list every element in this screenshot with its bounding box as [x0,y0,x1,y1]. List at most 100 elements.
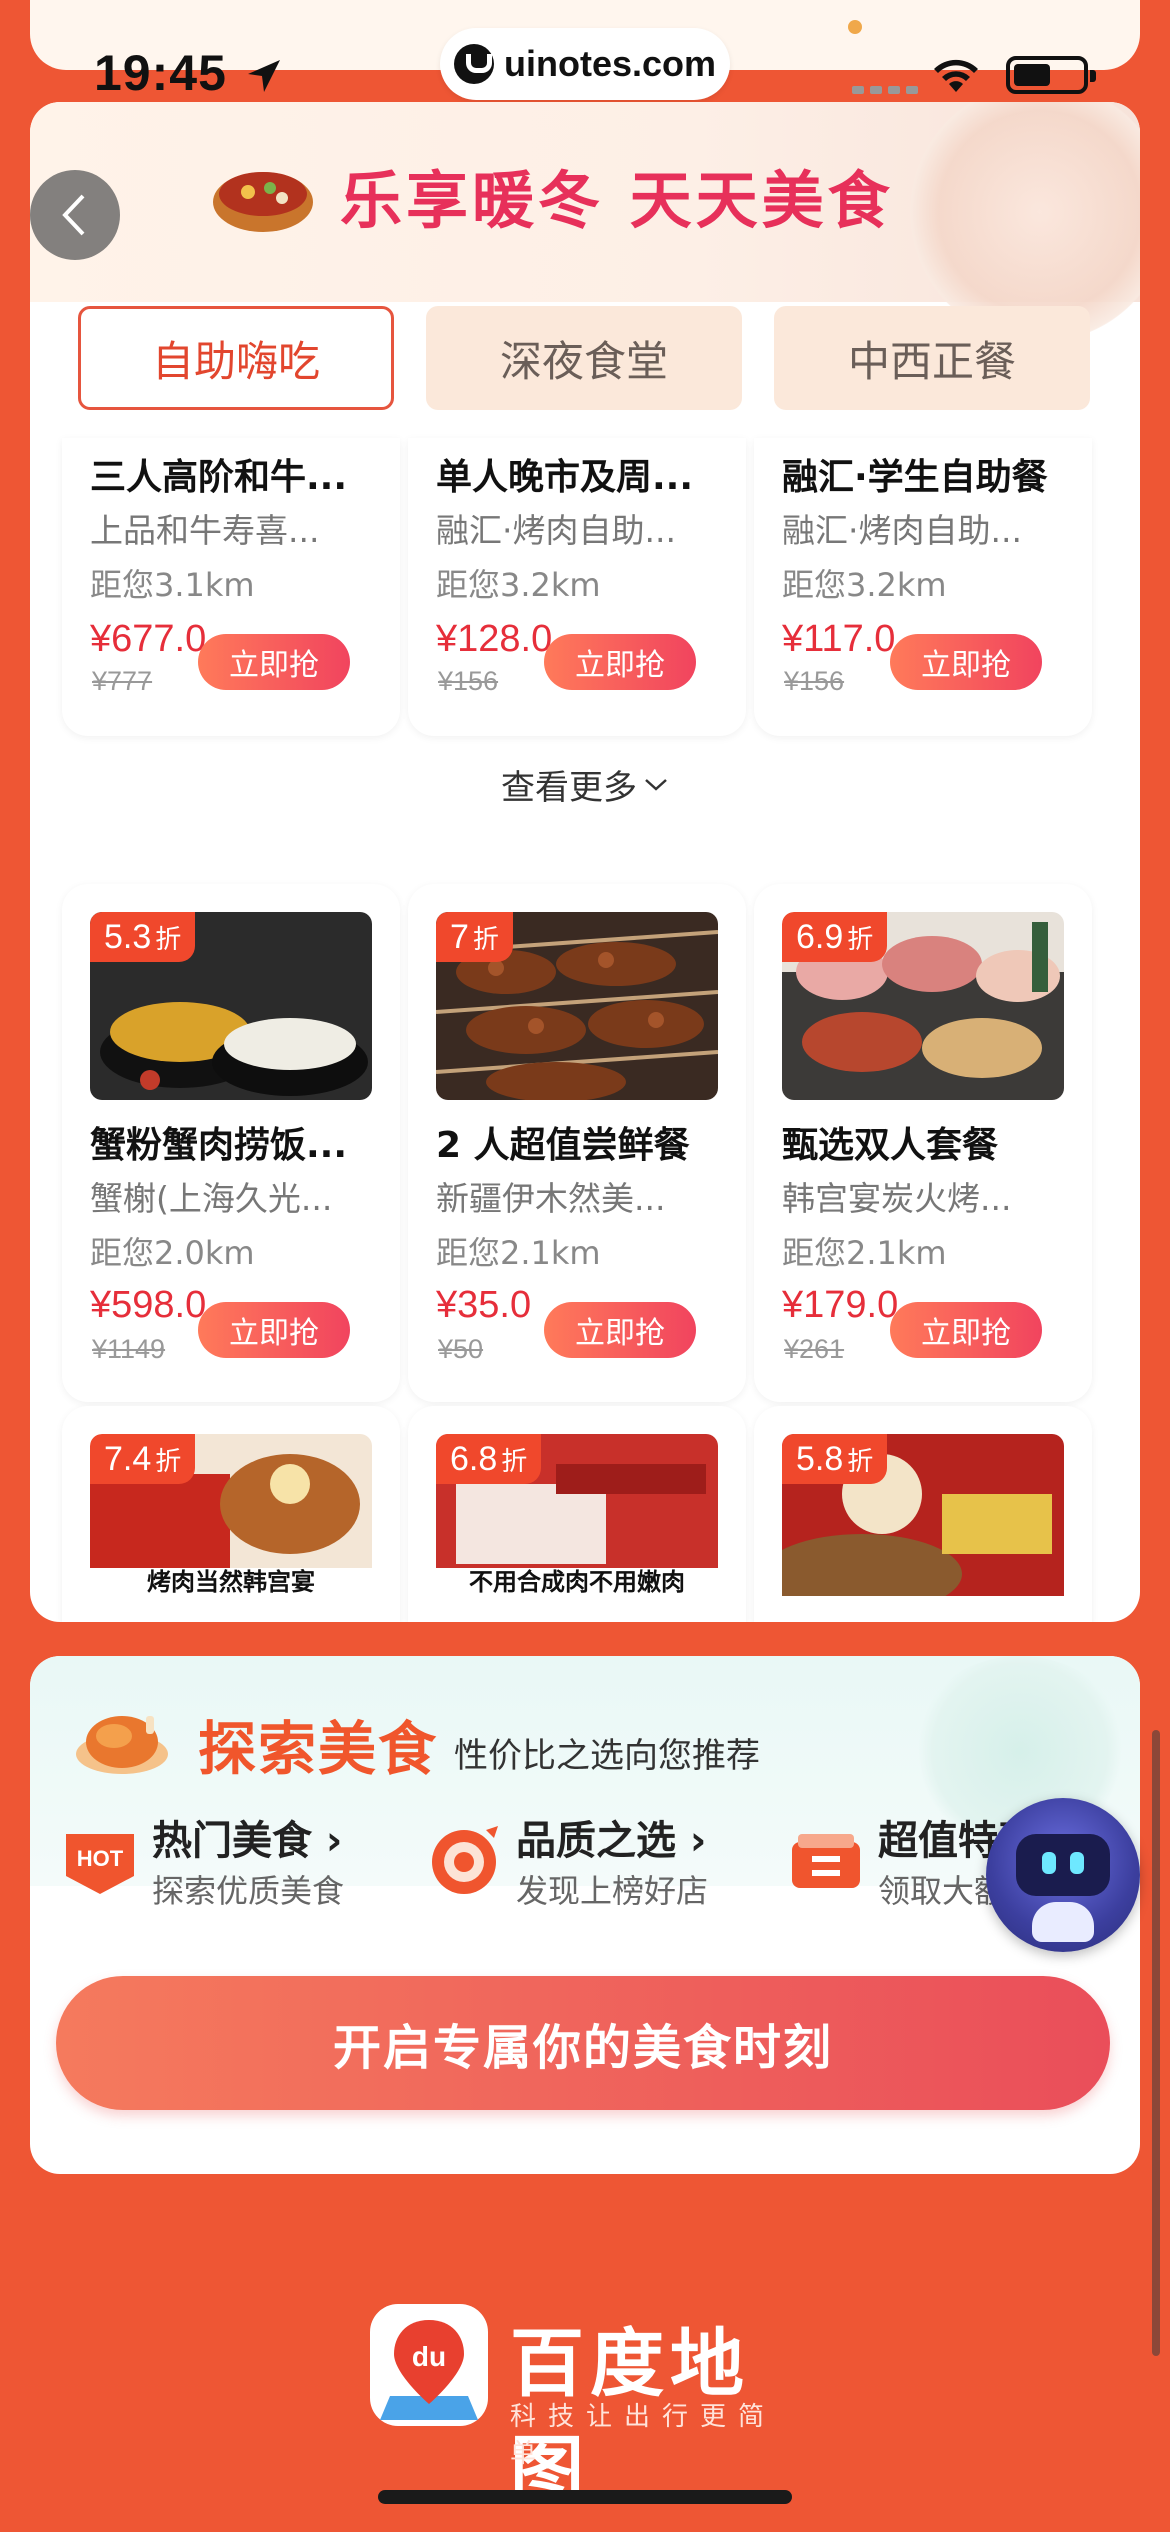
deal-distance: 距您3.1km [90,566,255,604]
hotpot-bowl-icon [213,172,313,232]
discount-badge: 5.8 折 [782,1434,888,1484]
roast-chicken-icon [76,1716,168,1774]
deal-shop: 融汇·烤肉自助... [782,511,1022,550]
deal-price: ¥35.0 [436,1284,532,1326]
discount-badge: 6.8 折 [436,1434,542,1484]
deal-card[interactable]: 烤肉当然韩宫宴 7.4 折 [62,1406,400,1622]
deal-card[interactable]: 单人晚市及周... 融汇·烤肉自助... 距您3.2km ¥128.0 ¥156… [408,438,746,736]
deal-shop: 上品和牛寿喜... [90,511,320,550]
discount-badge: 7折 [436,912,513,962]
hot-icon: HOT [66,1834,134,1894]
site-logo-icon [453,44,494,84]
grab-button[interactable]: 立即抢 [544,1302,696,1358]
chevron-down-icon [645,778,667,791]
deal-original-price: ¥156 [784,666,845,696]
deal-image: 5.3 折 [90,912,372,1100]
deal-row-1: 三人高阶和牛... 上品和牛寿喜... 距您3.1km ¥677.0 ¥777 … [62,438,1108,736]
svg-text:HOT: HOT [77,1846,124,1871]
deal-original-price: ¥50 [438,1334,484,1364]
grab-button[interactable]: 立即抢 [198,1302,350,1358]
deal-title: 单人晚市及周... [436,457,694,498]
deal-distance: 距您2.1km [436,1234,601,1272]
ai-assistant-robot-icon[interactable] [986,1798,1140,1952]
deal-distance: 距您2.0km [90,1234,255,1272]
coupon-icon [792,1834,860,1888]
deal-row-2: 5.3 折 蟹粉蟹肉捞饭... 蟹榭(上海久光... 距您2.0km ¥598.0… [62,884,1108,1402]
deal-shop: 蟹榭(上海久光... [90,1179,333,1218]
grab-button[interactable]: 立即抢 [198,634,350,690]
deal-title: 三人高阶和牛... [90,457,348,498]
deal-price: ¥128.0 [436,618,553,660]
deal-price: ¥677.0 [90,618,207,660]
deal-card[interactable]: 7折 2 人超值尝鲜餐 新疆伊木然美... 距您2.1km ¥35.0 ¥50 … [408,884,746,1402]
svg-text:烤肉当然韩宫宴: 烤肉当然韩宫宴 [147,1568,315,1596]
deal-distance: 距您3.2km [782,566,947,604]
deal-price: ¥179.0 [782,1284,899,1326]
scrollbar[interactable] [1152,1730,1160,2356]
indicator-dot [848,20,862,34]
banner-title: 乐享暖冬 天天美食 [340,164,894,237]
url-pill[interactable]: uinotes.com [440,28,730,100]
see-more-label: 查看更多 [501,768,637,808]
battery-icon [1006,56,1096,94]
back-button[interactable] [30,170,120,260]
deal-shop: 韩宫宴炭火烤... [782,1179,1012,1218]
deal-title: 融汇·学生自助餐 [782,457,1048,498]
tab-buffet[interactable]: 自助嗨吃 [78,306,394,410]
status-time: 19:45 [94,45,227,101]
grab-button[interactable]: 立即抢 [890,1302,1042,1358]
category-quality-pick[interactable]: 品质之选 › 发现上榜好店 [424,1808,754,1918]
deal-distance: 距您2.1km [782,1234,947,1272]
deal-card[interactable]: 融汇·学生自助餐 融汇·烤肉自助... 距您3.2km ¥117.0 ¥156 … [754,438,1092,736]
deal-title: 2 人超值尝鲜餐 [436,1125,690,1166]
target-icon [432,1826,498,1894]
tab-late-night[interactable]: 深夜食堂 [426,306,742,410]
deal-row-3: 烤肉当然韩宫宴 7.4 折 不用合成肉不用嫩肉 6.8 折 5.8 折 [62,1406,1108,1622]
start-food-moment-button[interactable]: 开启专属你的美食时刻 [56,1976,1110,2110]
wifi-icon [934,59,978,92]
deal-image: 5.8 折 [782,1434,1064,1596]
logo-slogan: 科技让出行更简单 [510,2402,777,2469]
chevron-left-icon [62,194,85,236]
deal-original-price: ¥777 [92,666,153,696]
deal-card[interactable]: 5.8 折 [754,1406,1092,1622]
deal-price: ¥117.0 [782,618,896,660]
tab-formal-dining[interactable]: 中西正餐 [774,306,1090,410]
deal-card[interactable]: 6.9 折 甄选双人套餐 韩宫宴炭火烤... 距您2.1km ¥179.0 ¥26… [754,884,1092,1402]
explore-title: 探索美食 [198,1715,439,1783]
location-arrow-icon [248,60,280,92]
category-subtitle: 探索优质美食 [152,1872,345,1910]
cellular-signal-icon [852,86,918,94]
deals-card: 乐享暖冬 天天美食 自助嗨吃 深夜食堂 中西正餐 三人高阶和牛... 上品和牛寿… [30,102,1140,1622]
deal-image: 6.9 折 [782,912,1064,1100]
url-text: uinotes.com [503,43,717,84]
category-tabs: 自助嗨吃 深夜食堂 中西正餐 [78,306,1118,410]
deal-title: 甄选双人套餐 [782,1125,999,1166]
grab-button[interactable]: 立即抢 [544,634,696,690]
deal-shop: 新疆伊木然美... [436,1179,666,1218]
deal-card[interactable]: 5.3 折 蟹粉蟹肉捞饭... 蟹榭(上海久光... 距您2.0km ¥598.0… [62,884,400,1402]
see-more-link[interactable]: 查看更多 [30,760,1140,809]
category-hot-food[interactable]: HOT 热门美食 › 探索优质美食 [60,1808,390,1918]
deal-title: 蟹粉蟹肉捞饭... [90,1125,348,1166]
discount-badge: 5.3 折 [90,912,196,962]
category-title: 品质之选 › [516,1818,707,1864]
explore-food-card: 探索美食 性价比之选向您推荐 HOT 热门美食 › 探索优质美食 品质之选 › … [30,1656,1140,2174]
deal-image: 烤肉当然韩宫宴 7.4 折 [90,1434,372,1596]
deal-price: ¥598.0 [90,1284,207,1326]
deal-card[interactable]: 三人高阶和牛... 上品和牛寿喜... 距您3.1km ¥677.0 ¥777 … [62,438,400,736]
discount-badge: 6.9 折 [782,912,888,962]
explore-subtitle: 性价比之选向您推荐 [454,1736,760,1776]
banner: 乐享暖冬 天天美食 [30,102,1140,342]
deal-original-price: ¥1149 [92,1334,166,1364]
category-subtitle: 发现上榜好店 [516,1872,709,1910]
grab-button[interactable]: 立即抢 [890,634,1042,690]
category-title: 热门美食 › [152,1818,343,1864]
svg-text:不用合成肉不用嫩肉: 不用合成肉不用嫩肉 [469,1568,685,1596]
deal-image: 不用合成肉不用嫩肉 6.8 折 [436,1434,718,1596]
baidu-maps-pin-icon: du [370,2304,488,2426]
deal-image: 7折 [436,912,718,1100]
deal-card[interactable]: 不用合成肉不用嫩肉 6.8 折 [408,1406,746,1622]
deal-shop: 融汇·烤肉自助... [436,511,676,550]
home-indicator[interactable] [378,2490,792,2504]
